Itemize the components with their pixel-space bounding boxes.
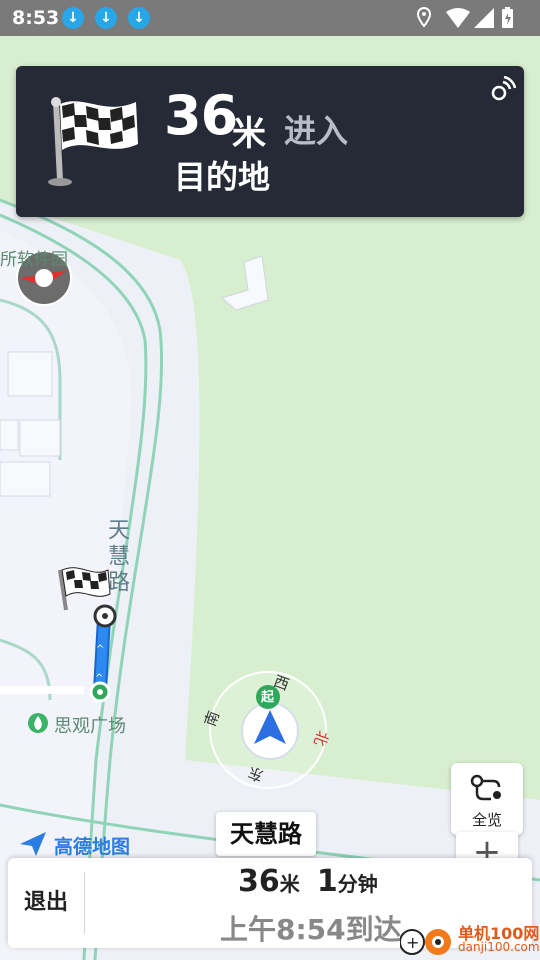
watermark-url: danji100.com <box>458 940 540 954</box>
trip-time-unit: 分钟 <box>337 872 378 896</box>
guidance-card: 36 米 进入 目的地 <box>16 66 524 217</box>
guidance-distance: 36 <box>164 84 238 147</box>
checkered-flag-icon <box>48 97 138 186</box>
svg-text:+: + <box>406 933 419 952</box>
signal-icon <box>474 8 494 28</box>
overview-button[interactable]: 全览 <box>451 763 523 835</box>
download-icon: ↓ <box>95 7 117 29</box>
arrival-time: 上午8:54到达 <box>220 913 402 946</box>
wifi-icon <box>446 8 470 28</box>
svg-text:^: ^ <box>96 644 104 655</box>
route-overview-icon <box>470 774 501 801</box>
brand-text: 高德地图 <box>54 836 131 858</box>
poi-label: 所软件园 <box>0 250 68 270</box>
download-icon: ↓ <box>128 7 150 29</box>
current-street-name: 天慧路 <box>216 812 316 856</box>
status-bar: 8:53 ↓ ↓ ↓ <box>0 0 540 36</box>
amap-logo: 高德地图 <box>18 830 130 860</box>
poi-plaza-label[interactable]: 思观广场 <box>54 712 126 738</box>
panel-divider <box>84 872 85 934</box>
trip-time: 1 <box>316 864 338 899</box>
park-poi-icon <box>28 713 48 733</box>
guidance-target: 目的地 <box>174 158 271 196</box>
system-status-icons <box>416 6 513 28</box>
watermark-logo-icon: + <box>400 929 451 955</box>
download-icon: ↓ <box>62 7 84 29</box>
guidance-action: 进入 <box>284 112 349 150</box>
status-time: 8:53 <box>12 7 60 29</box>
trip-distance-unit: 米 <box>279 872 300 896</box>
location-icon <box>416 6 432 28</box>
trip-summary: 36米 1分钟 <box>238 864 378 899</box>
overview-label: 全览 <box>471 811 502 829</box>
watermark: + 单机100网 danji100.com <box>400 918 540 960</box>
voice-broadcast-icon[interactable] <box>490 76 516 102</box>
road-label: 天慧路 <box>104 518 129 596</box>
amap-logo-icon <box>20 832 46 856</box>
guidance-unit: 米 <box>232 114 266 154</box>
battery-charging-icon <box>502 7 513 28</box>
trip-distance: 36 <box>238 864 280 899</box>
exit-button[interactable]: 退出 <box>8 858 84 948</box>
